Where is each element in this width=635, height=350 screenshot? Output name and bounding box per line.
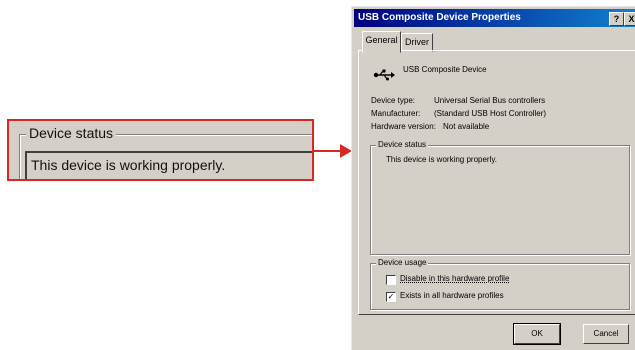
device-status-legend: Device status — [376, 140, 429, 149]
exists-all-profiles-checkbox[interactable]: ✓ — [386, 292, 396, 302]
device-status-legend-zoomed: Device status — [26, 125, 117, 141]
callout-arrow-icon — [314, 144, 352, 158]
hardware-version-label: Hardware version: — [371, 122, 436, 131]
usb-icon — [373, 69, 395, 81]
disable-profile-checkbox[interactable] — [386, 275, 396, 285]
manufacturer-value: (Standard USB Host Controller) — [434, 109, 547, 118]
device-usage-group: Device usage Disable in this hardware pr… — [370, 258, 630, 310]
device-usage-legend: Device usage — [376, 258, 429, 267]
tab-general[interactable]: General — [362, 31, 401, 53]
device-status-group: Device status This device is working pro… — [370, 140, 630, 255]
cancel-button[interactable]: Cancel — [583, 324, 629, 344]
manufacturer-label: Manufacturer: — [371, 109, 421, 118]
general-panel: USB Composite Device Device type: Univer… — [358, 50, 635, 315]
properties-dialog: USB Composite Device Properties ? X Gene… — [351, 6, 635, 350]
title-bar[interactable]: USB Composite Device Properties ? X — [354, 9, 635, 27]
disable-profile-label[interactable]: Disable in this hardware profile — [400, 274, 509, 283]
device-name: USB Composite Device — [403, 65, 487, 74]
device-status-group-zoomed: Device status This device is working pro… — [19, 125, 312, 179]
device-status-text-zoomed: This device is working properly. — [31, 157, 226, 173]
help-button[interactable]: ? — [609, 12, 624, 26]
hardware-version-value: Not available — [443, 122, 490, 131]
device-type-label: Device type: — [371, 96, 416, 105]
ok-button[interactable]: OK — [513, 323, 561, 345]
zoom-callout: Device status This device is working pro… — [7, 119, 314, 181]
exists-all-profiles-label[interactable]: Exists in all hardware profiles — [400, 291, 504, 300]
close-button[interactable]: X — [624, 12, 635, 26]
device-status-text: This device is working properly. — [386, 155, 498, 164]
dialog-title: USB Composite Device Properties — [358, 12, 521, 23]
device-status-box-zoomed: This device is working properly. — [25, 151, 312, 179]
device-type-value: Universal Serial Bus controllers — [434, 96, 546, 105]
